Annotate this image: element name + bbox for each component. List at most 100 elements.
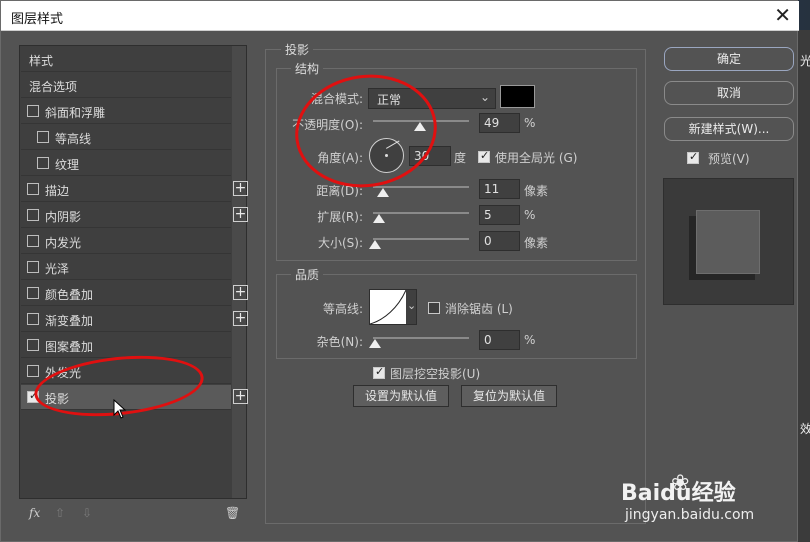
- sidebar-item-texture[interactable]: 纹理: [21, 151, 231, 176]
- size-slider[interactable]: [373, 238, 469, 240]
- add-color-overlay-icon[interactable]: +: [233, 285, 248, 300]
- inner-glow-checkbox[interactable]: [27, 235, 39, 247]
- sidebar-item-label: 渐变叠加: [45, 314, 94, 328]
- contour-picker[interactable]: ⌄: [369, 289, 417, 325]
- preview-square: [696, 210, 760, 274]
- set-default-button[interactable]: 设置为默认值: [353, 385, 449, 407]
- noise-input[interactable]: 0: [479, 330, 520, 350]
- reset-default-button[interactable]: 复位为默认值: [461, 385, 557, 407]
- add-stroke-icon[interactable]: +: [233, 181, 248, 196]
- move-down-icon[interactable]: ⇩: [82, 506, 92, 520]
- preview-label: 预览(V): [708, 152, 750, 166]
- sidebar-item-pattern-overlay[interactable]: 图案叠加: [21, 333, 231, 358]
- global-light-checkbox[interactable]: [478, 149, 490, 163]
- noise-slider-thumb[interactable]: [369, 339, 381, 348]
- background-glyph: 光: [800, 54, 810, 68]
- sidebar-item-label: 光泽: [45, 262, 70, 276]
- size-label: 大小(S):: [317, 236, 363, 250]
- chevron-down-icon: ⌄: [479, 90, 490, 104]
- mouse-cursor-icon: [113, 399, 127, 419]
- style-list-scrollbar[interactable]: [232, 46, 246, 498]
- blend-options-item[interactable]: 混合选项: [21, 73, 231, 98]
- contour-checkbox[interactable]: [37, 131, 49, 143]
- sidebar-item-satin[interactable]: 光泽: [21, 255, 231, 280]
- knockout-label: 图层挖空投影(U): [390, 367, 481, 381]
- pattern-overlay-checkbox[interactable]: [27, 339, 39, 351]
- add-gradient-overlay-icon[interactable]: +: [233, 311, 248, 326]
- shadow-color-swatch[interactable]: [500, 85, 535, 108]
- preview-thumbnail: [663, 178, 794, 305]
- sidebar-item-contour[interactable]: 等高线: [21, 125, 231, 150]
- global-light-label: 使用全局光 (G): [495, 151, 578, 165]
- style-list: 样式 混合选项 斜面和浮雕 等高线 纹理 描边 + 内阴影 + 内发光 光泽 颜色叠…: [19, 45, 248, 499]
- sidebar-item-inner-shadow[interactable]: 内阴影 +: [21, 203, 248, 228]
- knockout-checkbox[interactable]: [373, 365, 385, 379]
- sidebar-item-label: 纹理: [55, 158, 80, 172]
- quality-title: 品质: [291, 266, 324, 283]
- contour-curve-icon: [370, 290, 406, 324]
- size-slider-thumb[interactable]: [369, 240, 381, 249]
- noise-unit: %: [524, 333, 536, 347]
- sidebar-item-label: 图案叠加: [45, 340, 94, 354]
- ok-button[interactable]: 确定: [664, 47, 794, 71]
- background-app-edge: 光 效: [798, 30, 810, 542]
- size-input[interactable]: 0: [479, 231, 520, 251]
- sidebar-item-label: 描边: [45, 184, 70, 198]
- new-style-button[interactable]: 新建样式(W)...: [664, 117, 794, 141]
- move-up-icon[interactable]: ⇧: [55, 506, 65, 520]
- satin-checkbox[interactable]: [27, 261, 39, 273]
- blend-options-label: 混合选项: [29, 80, 78, 94]
- sidebar-item-stroke[interactable]: 描边 +: [21, 177, 248, 202]
- angle-unit: 度: [454, 151, 467, 165]
- baidu-watermark: ❀ Baidu经验 jingyan.baidu.com: [621, 471, 791, 531]
- distance-slider-thumb[interactable]: [377, 188, 389, 197]
- structure-title: 结构: [291, 60, 324, 77]
- chevron-down-icon: ⌄: [407, 299, 417, 312]
- gradient-overlay-checkbox[interactable]: [27, 313, 39, 325]
- sidebar-item-label: 等高线: [55, 132, 92, 146]
- close-icon[interactable]: ✕: [774, 4, 791, 26]
- texture-checkbox[interactable]: [37, 157, 49, 169]
- antialias-checkbox[interactable]: [428, 302, 440, 314]
- watermark-brand: Baidu经验: [621, 481, 736, 506]
- distance-input[interactable]: 11: [479, 179, 520, 199]
- style-list-header[interactable]: 样式: [21, 47, 231, 72]
- noise-label: 杂色(N):: [316, 335, 363, 349]
- sidebar-item-color-overlay[interactable]: 颜色叠加 +: [21, 281, 248, 306]
- bevel-checkbox[interactable]: [27, 105, 39, 117]
- layer-style-dialog: 图层样式 ✕ 样式 混合选项 斜面和浮雕 等高线 纹理 描边 + 内阴影 + 内发光…: [0, 0, 799, 542]
- sidebar-item-label: 颜色叠加: [45, 288, 94, 302]
- spread-unit: %: [524, 208, 536, 222]
- spread-slider[interactable]: [373, 212, 469, 214]
- stroke-checkbox[interactable]: [27, 183, 39, 195]
- spread-slider-thumb[interactable]: [373, 214, 385, 223]
- sidebar-item-bevel[interactable]: 斜面和浮雕: [21, 99, 231, 124]
- distance-unit: 像素: [524, 184, 549, 198]
- add-drop-shadow-icon[interactable]: +: [233, 389, 248, 404]
- style-list-header-label: 样式: [29, 54, 54, 68]
- inner-shadow-checkbox[interactable]: [27, 209, 39, 221]
- noise-slider[interactable]: [373, 337, 469, 339]
- sidebar-item-label: 内阴影: [45, 210, 82, 224]
- size-unit: 像素: [524, 236, 549, 250]
- dialog-title: 图层样式: [11, 12, 64, 27]
- opacity-input[interactable]: 49: [479, 113, 520, 133]
- color-overlay-checkbox[interactable]: [27, 287, 39, 299]
- sidebar-item-label: 内发光: [45, 236, 82, 250]
- spread-input[interactable]: 5: [479, 205, 520, 225]
- title-bar: 图层样式 ✕: [1, 1, 799, 31]
- cancel-button[interactable]: 取消: [664, 81, 794, 105]
- add-inner-shadow-icon[interactable]: +: [233, 207, 248, 222]
- spread-label: 扩展(R):: [317, 210, 363, 224]
- watermark-url: jingyan.baidu.com: [625, 507, 755, 523]
- fx-icon[interactable]: fx: [29, 506, 40, 520]
- drop-shadow-title: 投影: [281, 41, 314, 58]
- preview-checkbox[interactable]: [687, 150, 699, 164]
- antialias-label: 消除锯齿 (L): [445, 302, 513, 316]
- contour-label: 等高线:: [322, 302, 363, 316]
- outer-glow-checkbox[interactable]: [27, 365, 39, 377]
- sidebar-item-gradient-overlay[interactable]: 渐变叠加 +: [21, 307, 248, 332]
- sidebar-item-inner-glow[interactable]: 内发光: [21, 229, 231, 254]
- opacity-unit: %: [524, 116, 536, 130]
- trash-icon[interactable]: 🗑: [225, 506, 240, 520]
